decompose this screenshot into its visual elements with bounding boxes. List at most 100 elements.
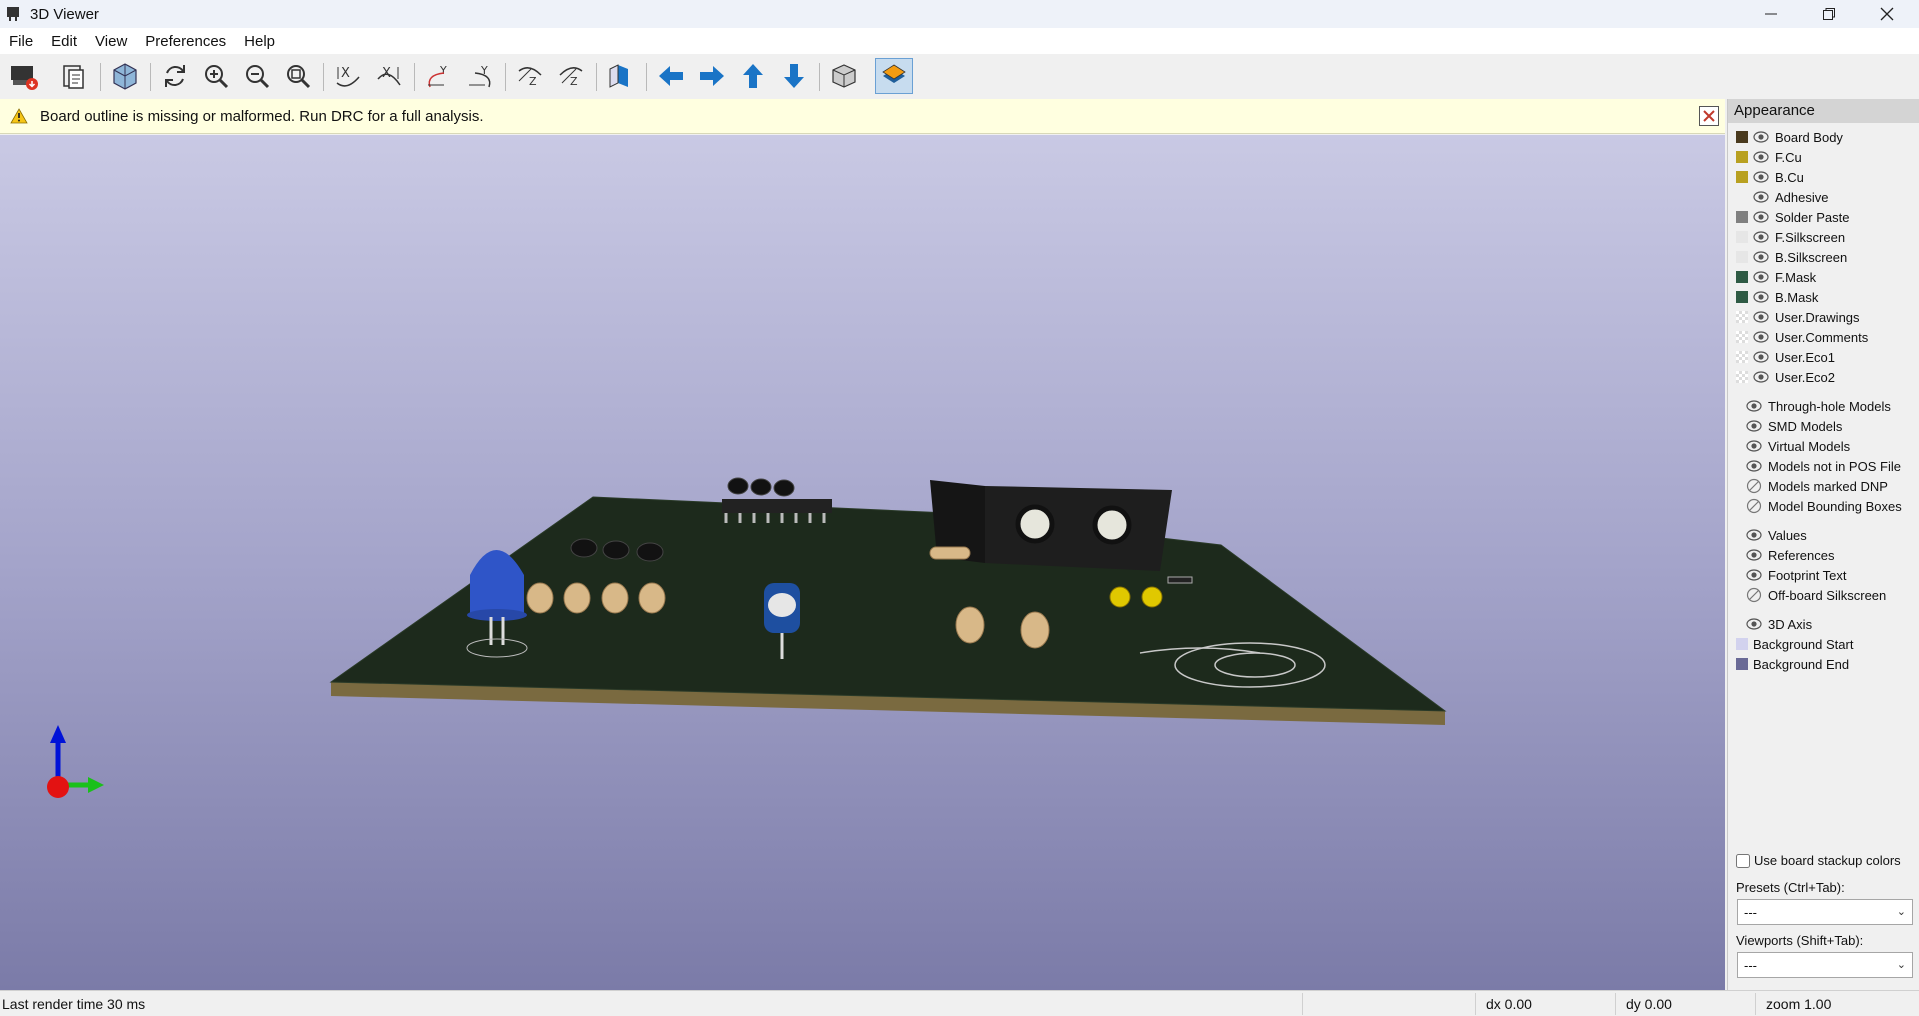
eye-icon[interactable] (1746, 418, 1762, 434)
rotate-x-cw-button[interactable]: X (329, 58, 367, 94)
eye-icon[interactable] (1753, 209, 1769, 225)
color-swatch[interactable] (1736, 131, 1748, 143)
color-swatch[interactable] (1736, 351, 1748, 363)
eye-icon[interactable] (1746, 547, 1762, 563)
hidden-icon[interactable] (1746, 498, 1762, 514)
minimize-button[interactable] (1742, 0, 1800, 28)
layer-row-references[interactable]: References (1736, 545, 1834, 565)
color-swatch[interactable] (1736, 291, 1748, 303)
color-swatch[interactable] (1736, 271, 1748, 283)
rotate-z-cw-button[interactable]: Z (511, 58, 549, 94)
color-swatch[interactable] (1736, 171, 1748, 183)
layer-row-3d-axis[interactable]: 3D Axis (1736, 614, 1812, 634)
viewports-select[interactable]: --- ⌄ (1737, 952, 1913, 978)
color-swatch[interactable] (1736, 638, 1748, 650)
zoom-in-button[interactable] (197, 58, 235, 94)
eye-icon[interactable] (1753, 369, 1769, 385)
hidden-icon[interactable] (1746, 587, 1762, 603)
layer-row-f-silkscreen[interactable]: F.Silkscreen (1736, 227, 1845, 247)
eye-icon[interactable] (1753, 349, 1769, 365)
eye-icon[interactable] (1746, 527, 1762, 543)
rotate-x-ccw-button[interactable]: X (370, 58, 408, 94)
layer-label: References (1768, 547, 1835, 563)
color-swatch[interactable] (1736, 211, 1748, 223)
layer-row-board-body[interactable]: Board Body (1736, 127, 1843, 147)
layer-row-user-eco2[interactable]: User.Eco2 (1736, 367, 1835, 387)
eye-icon[interactable] (1753, 289, 1769, 305)
layer-row-smd-models[interactable]: SMD Models (1736, 416, 1842, 436)
restore-button[interactable] (1800, 0, 1858, 28)
eye-icon[interactable] (1746, 616, 1762, 632)
color-swatch[interactable] (1736, 371, 1748, 383)
flip-board-button[interactable] (602, 58, 640, 94)
layer-row-b-silkscreen[interactable]: B.Silkscreen (1736, 247, 1847, 267)
layer-row-b-mask[interactable]: B.Mask (1736, 287, 1818, 307)
move-left-button[interactable] (652, 58, 690, 94)
eye-icon[interactable] (1753, 249, 1769, 265)
color-swatch[interactable] (1736, 331, 1748, 343)
use-stackup-colors[interactable]: Use board stackup colors (1736, 853, 1901, 868)
layer-row-values[interactable]: Values (1736, 525, 1807, 545)
eye-icon[interactable] (1753, 269, 1769, 285)
zoom-fit-button[interactable] (279, 58, 317, 94)
rotate-z-ccw-button[interactable]: Z (552, 58, 590, 94)
3d-viewport[interactable] (0, 135, 1725, 990)
presets-select[interactable]: --- ⌄ (1737, 899, 1913, 925)
move-right-button[interactable] (693, 58, 731, 94)
color-swatch[interactable] (1736, 311, 1748, 323)
eye-icon[interactable] (1753, 309, 1769, 325)
color-swatch[interactable] (1736, 251, 1748, 263)
eye-icon[interactable] (1746, 567, 1762, 583)
hidden-icon[interactable] (1746, 478, 1762, 494)
layer-row-background-start[interactable]: Background Start (1736, 634, 1853, 654)
layer-row-footprint-text[interactable]: Footprint Text (1736, 565, 1847, 585)
raytrace-button[interactable] (106, 58, 144, 94)
layer-row-user-eco1[interactable]: User.Eco1 (1736, 347, 1835, 367)
color-swatch[interactable] (1736, 231, 1748, 243)
layer-row-models-marked-dnp[interactable]: Models marked DNP (1736, 476, 1888, 496)
eye-icon[interactable] (1753, 149, 1769, 165)
move-down-button[interactable] (775, 58, 813, 94)
layer-row-f-mask[interactable]: F.Mask (1736, 267, 1816, 287)
layer-label: Off-board Silkscreen (1768, 587, 1887, 603)
eye-icon[interactable] (1753, 129, 1769, 145)
use-stackup-checkbox[interactable] (1736, 853, 1750, 868)
zoom-out-button[interactable] (238, 58, 276, 94)
appearance-manager-button[interactable] (875, 58, 913, 94)
eye-icon[interactable] (1753, 169, 1769, 185)
orthographic-button[interactable] (825, 58, 863, 94)
layer-row-virtual-models[interactable]: Virtual Models (1736, 436, 1850, 456)
menu-file[interactable]: File (0, 33, 42, 50)
layer-row-f-cu[interactable]: F.Cu (1736, 147, 1802, 167)
layer-row-off-board-silkscreen[interactable]: Off-board Silkscreen (1736, 585, 1886, 605)
rotate-y-ccw-button[interactable]: Y (461, 58, 499, 94)
rotate-y-cw-button[interactable]: Y (420, 58, 458, 94)
export-image-button[interactable] (5, 58, 43, 94)
reload-button[interactable] (156, 58, 194, 94)
close-window-button[interactable] (1858, 0, 1916, 28)
copy-clipboard-button[interactable] (55, 58, 93, 94)
layer-row-models-not-in-pos-file[interactable]: Models not in POS File (1736, 456, 1901, 476)
eye-icon[interactable] (1746, 398, 1762, 414)
layer-row-solder-paste[interactable]: Solder Paste (1736, 207, 1849, 227)
layer-row-user-drawings[interactable]: User.Drawings (1736, 307, 1860, 327)
dismiss-infobar-button[interactable] (1699, 106, 1719, 126)
color-swatch[interactable] (1736, 658, 1748, 670)
menu-preferences[interactable]: Preferences (136, 33, 235, 50)
layer-row-model-bounding-boxes[interactable]: Model Bounding Boxes (1736, 496, 1902, 516)
eye-icon[interactable] (1746, 438, 1762, 454)
eye-icon[interactable] (1753, 329, 1769, 345)
layer-row-b-cu[interactable]: B.Cu (1736, 167, 1804, 187)
menu-help[interactable]: Help (235, 33, 284, 50)
layer-row-background-end[interactable]: Background End (1736, 654, 1849, 674)
layer-row-adhesive[interactable]: Adhesive (1736, 187, 1828, 207)
eye-icon[interactable] (1746, 458, 1762, 474)
layer-row-through-hole-models[interactable]: Through-hole Models (1736, 396, 1891, 416)
eye-icon[interactable] (1753, 229, 1769, 245)
move-up-button[interactable] (734, 58, 772, 94)
eye-icon[interactable] (1753, 189, 1769, 205)
menu-edit[interactable]: Edit (42, 33, 86, 50)
menu-view[interactable]: View (86, 33, 136, 50)
color-swatch[interactable] (1736, 151, 1748, 163)
layer-row-user-comments[interactable]: User.Comments (1736, 327, 1868, 347)
